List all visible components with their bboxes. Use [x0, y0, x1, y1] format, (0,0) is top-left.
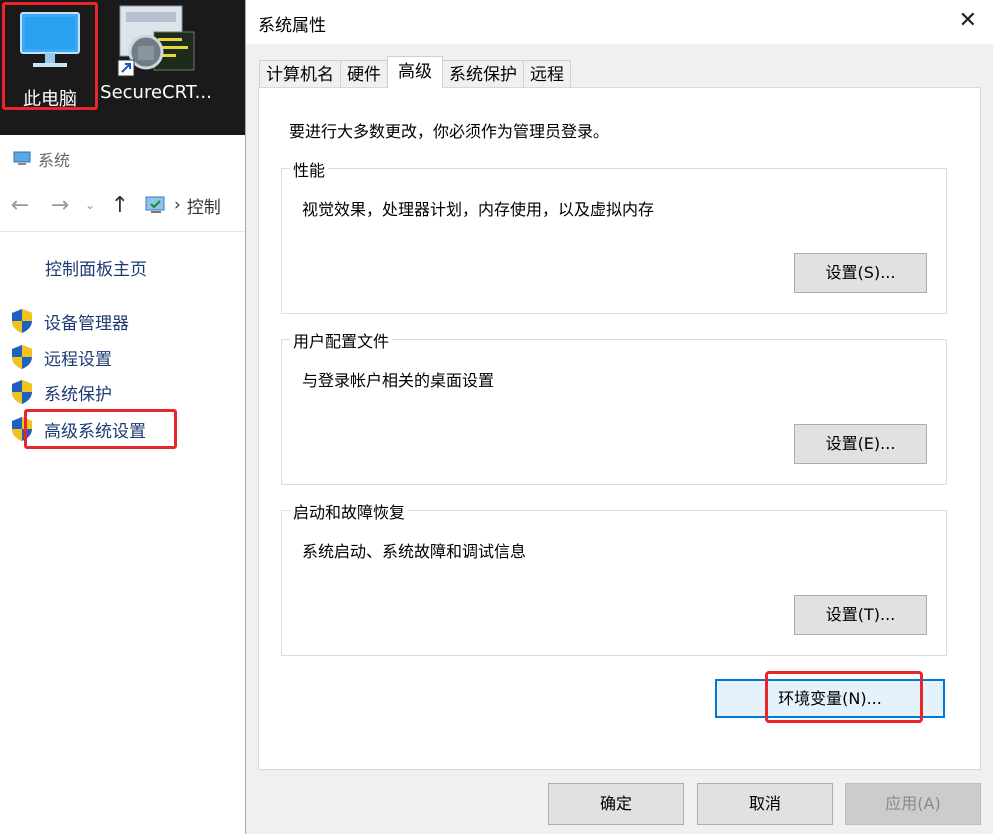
sidebar-item-system-protection[interactable]: 系统保护	[10, 377, 112, 407]
group-title: 启动和故障恢复	[290, 499, 409, 523]
tab-remote[interactable]: 远程	[523, 60, 571, 88]
startup-recovery-group: 启动和故障恢复 系统启动、系统故障和调试信息 设置(T)...	[281, 499, 947, 656]
performance-group: 性能 视觉效果，处理器计划，内存使用，以及虚拟内存 设置(S)...	[281, 157, 947, 314]
system-properties-dialog: 系统属性 ✕ 计算机名 硬件 高级 系统保护 远程 要进行大多数更改，你必须作为…	[245, 0, 993, 834]
highlight-box-advanced-settings	[24, 409, 177, 449]
explorer-title-text: 系统	[38, 151, 71, 170]
tab-advanced[interactable]: 高级	[387, 56, 443, 88]
group-description: 与登录帐户相关的桌面设置	[302, 371, 495, 390]
forward-arrow-icon[interactable]: →	[40, 193, 80, 218]
shield-icon	[12, 345, 32, 369]
group-title: 用户配置文件	[290, 328, 393, 352]
divider	[0, 231, 246, 232]
user-profiles-group: 用户配置文件 与登录帐户相关的桌面设置 设置(E)...	[281, 328, 947, 485]
desktop-icon-label: 此电脑	[23, 89, 77, 110]
sidebar-item-label: 系统保护	[44, 384, 112, 405]
apply-button[interactable]: 应用(A)	[845, 783, 981, 825]
shield-icon	[12, 309, 32, 333]
explorer-nav-bar: ← → ⌄ ↑ › 控制	[0, 185, 246, 225]
desktop-icon-this-pc[interactable]: 此电脑	[2, 2, 98, 110]
group-description: 视觉效果，处理器计划，内存使用，以及虚拟内存	[302, 200, 655, 219]
back-arrow-icon[interactable]: ←	[0, 193, 40, 218]
advanced-tab-panel: 要进行大多数更改，你必须作为管理员登录。 性能 视觉效果，处理器计划，内存使用，…	[258, 87, 981, 770]
sidebar-item-device-manager[interactable]: 设备管理器	[10, 306, 129, 336]
sidebar-item-label: 设备管理器	[44, 313, 129, 334]
user-profiles-settings-button[interactable]: 设置(E)...	[794, 424, 927, 464]
desktop-icon-label: SecureCRT...	[100, 82, 212, 103]
explorer-title: 系统	[12, 147, 70, 171]
close-icon[interactable]: ✕	[959, 8, 977, 33]
group-description: 系统启动、系统故障和调试信息	[302, 542, 527, 561]
admin-notice: 要进行大多数更改，你必须作为管理员登录。	[289, 122, 610, 141]
highlight-box-environment-variables	[765, 671, 923, 723]
dialog-title: 系统属性	[258, 16, 326, 36]
sidebar-item-remote-settings[interactable]: 远程设置	[10, 342, 112, 372]
tab-system-protection[interactable]: 系统保护	[442, 60, 524, 88]
group-title: 性能	[290, 157, 329, 181]
tab-strip: 计算机名 硬件 高级 系统保护 远程	[259, 56, 571, 88]
control-panel-icon	[145, 196, 165, 213]
chevron-right-icon: ›	[174, 195, 181, 215]
shield-icon	[12, 380, 32, 404]
tab-computer-name[interactable]: 计算机名	[259, 60, 341, 88]
chevron-down-icon[interactable]: ⌄	[80, 198, 100, 212]
breadcrumb-item[interactable]: 控制	[187, 193, 221, 218]
desktop-icon-securecrt[interactable]: SecureCRT...	[100, 2, 212, 112]
startup-recovery-settings-button[interactable]: 设置(T)...	[794, 595, 927, 635]
up-arrow-icon[interactable]: ↑	[100, 193, 140, 218]
sidebar-item-label: 远程设置	[44, 349, 112, 370]
system-explorer-window: 系统 ← → ⌄ ↑ › 控制 控制面板主页 设备管理器 远程设置 系统保护 高…	[0, 135, 246, 834]
tab-hardware[interactable]: 硬件	[340, 60, 388, 88]
control-panel-home-link[interactable]: 控制面板主页	[45, 255, 147, 280]
securecrt-icon	[117, 5, 195, 77]
monitor-icon	[20, 12, 80, 67]
ok-button[interactable]: 确定	[548, 783, 684, 825]
cancel-button[interactable]: 取消	[697, 783, 833, 825]
dialog-title-bar: 系统属性 ✕	[246, 0, 993, 44]
computer-icon	[13, 151, 31, 165]
breadcrumb[interactable]: › 控制	[144, 193, 221, 218]
performance-settings-button[interactable]: 设置(S)...	[794, 253, 927, 293]
desktop-background: 此电脑 SecureCRT...	[0, 0, 246, 135]
